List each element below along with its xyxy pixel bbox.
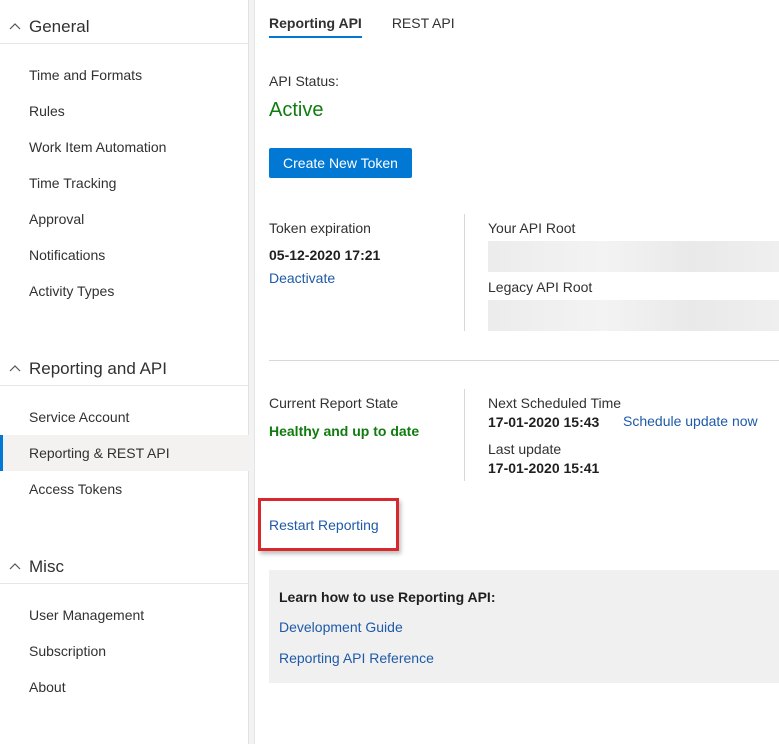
sidebar-item-service-account[interactable]: Service Account xyxy=(0,399,249,435)
sidebar-item-about[interactable]: About xyxy=(0,669,249,705)
sidebar-item-reporting-rest-api[interactable]: Reporting & REST API xyxy=(0,435,249,471)
sidebar-item-subscription[interactable]: Subscription xyxy=(0,633,249,669)
section-title: Misc xyxy=(29,556,64,576)
sidebar-splitter[interactable] xyxy=(249,0,255,744)
sidebar-item-time-tracking[interactable]: Time Tracking xyxy=(0,165,249,201)
main-content: Reporting API REST API API Status: Activ… xyxy=(256,0,779,744)
sidebar-item-work-item-automation[interactable]: Work Item Automation xyxy=(0,129,249,165)
sidebar-item-user-management[interactable]: User Management xyxy=(0,597,249,633)
legacy-api-root-value-redacted xyxy=(488,300,779,331)
token-expiration-label: Token expiration xyxy=(269,220,371,236)
sidebar-item-notifications[interactable]: Notifications xyxy=(0,237,249,273)
schedule-update-now-link[interactable]: Schedule update now xyxy=(623,413,758,429)
section-header-reporting-and-api[interactable]: Reporting and API xyxy=(0,352,249,386)
tab-reporting-api[interactable]: Reporting API xyxy=(269,0,362,38)
current-report-state-label: Current Report State xyxy=(269,395,399,411)
sidebar-item-time-and-formats[interactable]: Time and Formats xyxy=(0,57,249,93)
last-update-label: Last update xyxy=(488,441,562,457)
learn-panel-title: Learn how to use Reporting API: xyxy=(279,589,496,605)
chevron-up-icon xyxy=(9,22,21,29)
reporting-api-reference-link[interactable]: Reporting API Reference xyxy=(279,650,434,666)
api-status-label: API Status: xyxy=(269,73,340,89)
column-divider xyxy=(464,389,465,481)
column-divider xyxy=(464,214,465,331)
sidebar-item-activity-types[interactable]: Activity Types xyxy=(0,273,249,309)
settings-sidebar: General Time and Formats Rules Work Item… xyxy=(0,0,249,744)
api-root-label: Your API Root xyxy=(488,220,576,236)
report-state-value: Healthy and up to date xyxy=(269,423,420,439)
restart-reporting-link[interactable]: Restart Reporting xyxy=(269,517,379,533)
deactivate-link[interactable]: Deactivate xyxy=(269,270,335,286)
token-expiration-value: 05-12-2020 17:21 xyxy=(269,247,381,263)
last-update-value: 17-01-2020 15:41 xyxy=(488,460,600,476)
sidebar-item-rules[interactable]: Rules xyxy=(0,93,249,129)
api-root-value-redacted xyxy=(488,241,779,272)
sidebar-item-approval[interactable]: Approval xyxy=(0,201,249,237)
section-divider xyxy=(269,360,779,361)
legacy-api-root-label: Legacy API Root xyxy=(488,279,593,295)
next-scheduled-time-value: 17-01-2020 15:43 xyxy=(488,414,600,430)
tab-bar: Reporting API REST API xyxy=(269,0,485,40)
sidebar-item-access-tokens[interactable]: Access Tokens xyxy=(0,471,249,507)
section-title: Reporting and API xyxy=(29,358,167,378)
chevron-up-icon xyxy=(9,562,21,569)
learn-panel: Learn how to use Reporting API: Developm… xyxy=(269,570,779,683)
section-title: General xyxy=(29,16,90,36)
api-status-value: Active xyxy=(269,99,324,121)
chevron-up-icon xyxy=(9,364,21,371)
section-header-general[interactable]: General xyxy=(0,10,249,44)
development-guide-link[interactable]: Development Guide xyxy=(279,619,403,635)
tab-rest-api[interactable]: REST API xyxy=(392,0,455,38)
next-scheduled-time-label: Next Scheduled Time xyxy=(488,395,622,411)
create-new-token-button[interactable]: Create New Token xyxy=(269,148,412,178)
section-header-misc[interactable]: Misc xyxy=(0,550,249,584)
